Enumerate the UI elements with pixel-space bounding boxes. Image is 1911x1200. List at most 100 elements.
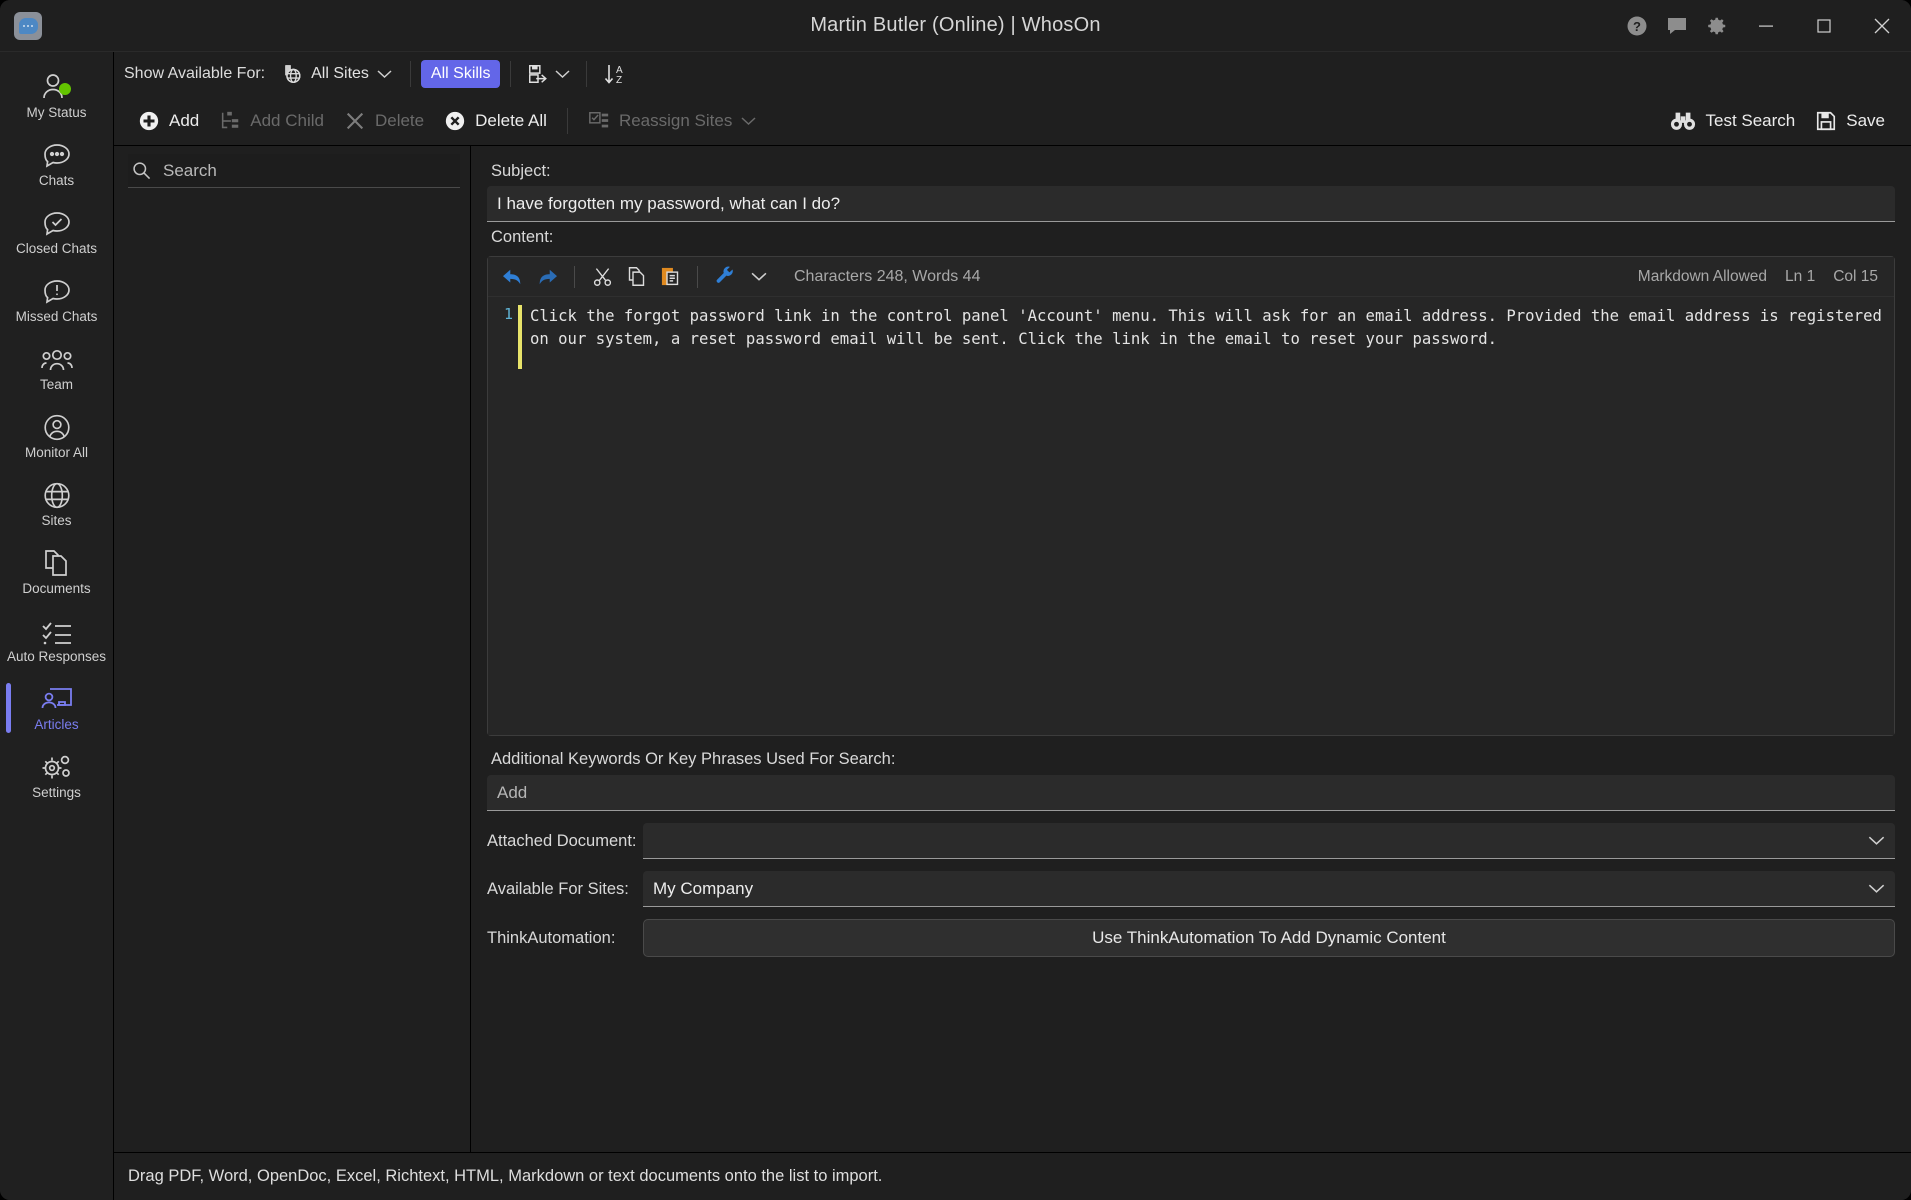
maximize-button[interactable] xyxy=(1795,0,1853,52)
reassign-sites-button[interactable]: Reassign Sites xyxy=(578,105,766,137)
undo-arrow-icon[interactable] xyxy=(498,263,528,291)
import-export-icon xyxy=(527,63,549,85)
editor-text-area[interactable]: 1 Click the forgot password link in the … xyxy=(488,297,1894,735)
article-editor-pane: Subject: Content: xyxy=(471,146,1911,1152)
paste-clipboard-icon[interactable] xyxy=(655,263,685,291)
available-for-sites-select[interactable]: My Company xyxy=(643,871,1895,907)
help-icon[interactable]: ? xyxy=(1617,0,1657,52)
editor-content-text[interactable]: Click the forgot password link in the co… xyxy=(522,297,1894,735)
scissors-cut-icon[interactable] xyxy=(587,263,617,291)
window-body: My Status Chats Closed Chats Missed Chat… xyxy=(0,52,1911,1200)
sidebar-item-articles[interactable]: Articles xyxy=(0,674,113,742)
sidebar-item-label: Closed Chats xyxy=(15,241,98,256)
all-sites-dropdown[interactable]: All Sites xyxy=(273,59,400,89)
feedback-icon[interactable] xyxy=(1657,0,1697,52)
sort-az-button[interactable]: A Z xyxy=(597,58,633,90)
sidebar-item-settings[interactable]: Settings xyxy=(0,742,113,810)
attached-document-select[interactable] xyxy=(643,823,1895,859)
delete-all-button[interactable]: Delete All xyxy=(434,105,557,137)
main-area: Show Available For: All Sites All Skills… xyxy=(114,52,1911,1200)
search-input[interactable] xyxy=(163,160,456,181)
chevron-down-icon xyxy=(1868,835,1885,846)
wrench-tools-icon[interactable] xyxy=(710,263,740,291)
keywords-label: Additional Keywords Or Key Phrases Used … xyxy=(491,750,896,768)
chevron-down-icon xyxy=(377,69,392,79)
attached-document-row: Attached Document: xyxy=(487,823,1895,859)
content-editor-toolbar: Characters 248, Words 44 Markdown Allowe… xyxy=(488,257,1894,297)
sidebar-item-team[interactable]: Team xyxy=(0,334,113,402)
think-automation-label: ThinkAutomation: xyxy=(487,928,616,947)
editor-gutter: 1 xyxy=(503,305,513,323)
command-toolbar: Add Add Child Delete Delete All Reassign… xyxy=(114,96,1911,146)
close-button[interactable] xyxy=(1853,0,1911,52)
add-button[interactable]: Add xyxy=(128,105,209,137)
binoculars-icon xyxy=(1670,110,1696,132)
test-search-button[interactable]: Test Search xyxy=(1660,105,1805,137)
status-bar-text: Drag PDF, Word, OpenDoc, Excel, Richtext… xyxy=(128,1167,883,1185)
sidebar-item-label: Missed Chats xyxy=(15,309,98,324)
sidebar-item-documents[interactable]: Documents xyxy=(0,538,113,606)
svg-text:?: ? xyxy=(1633,19,1641,34)
chevron-down-icon xyxy=(555,69,570,79)
search-icon xyxy=(132,161,151,180)
sidebar-item-chats[interactable]: Chats xyxy=(0,130,113,198)
user-status-icon xyxy=(40,72,74,102)
sidebar-item-missed-chats[interactable]: Missed Chats xyxy=(0,266,113,334)
settings-gear-icon[interactable] xyxy=(1697,0,1737,52)
sites-globe-icon xyxy=(281,63,303,85)
minimize-button[interactable] xyxy=(1737,0,1795,52)
redo-arrow-icon[interactable] xyxy=(532,263,562,291)
delete-all-circle-icon xyxy=(444,110,466,132)
think-automation-button[interactable]: Use ThinkAutomation To Add Dynamic Conte… xyxy=(643,919,1895,957)
toolbar-divider xyxy=(409,61,411,87)
sidebar-item-auto-responses[interactable]: Auto Responses xyxy=(0,606,113,674)
documents-copy-icon xyxy=(43,548,71,578)
plus-circle-icon xyxy=(138,110,160,132)
app-logo-icon xyxy=(14,11,42,40)
sidebar-item-label: Team xyxy=(39,377,73,392)
chat-check-icon xyxy=(42,208,72,238)
floppy-save-icon xyxy=(1815,110,1837,132)
sidebar-item-label: Articles xyxy=(34,717,79,732)
title-bar-actions: ? xyxy=(1617,0,1911,51)
copy-icon[interactable] xyxy=(621,263,651,291)
content-split: Subject: Content: xyxy=(114,146,1911,1152)
chat-bubble-icon xyxy=(42,140,72,170)
sidebar-item-monitor-all[interactable]: Monitor All xyxy=(0,402,113,470)
editor-divider xyxy=(574,265,575,288)
application-window: Martin Butler (Online) | WhosOn ? My Sta… xyxy=(0,0,1911,1200)
sidebar-item-sites[interactable]: Sites xyxy=(0,470,113,538)
subject-label: Subject: xyxy=(491,162,551,180)
subject-input[interactable] xyxy=(487,186,1895,222)
all-skills-pill[interactable]: All Skills xyxy=(420,60,501,88)
think-automation-row: ThinkAutomation: Use ThinkAutomation To … xyxy=(487,919,1895,957)
available-for-sites-row: Available For Sites: My Company xyxy=(487,871,1895,907)
add-child-button-label: Add Child xyxy=(250,110,324,130)
sidebar-item-label: Chats xyxy=(38,173,75,188)
keywords-input[interactable] xyxy=(487,775,1895,811)
filter-toolbar: Show Available For: All Sites All Skills… xyxy=(114,52,1911,96)
search-box[interactable] xyxy=(128,154,460,188)
editor-tools-chevron-down-icon[interactable] xyxy=(744,263,774,291)
import-export-button[interactable] xyxy=(521,59,576,89)
reassign-sites-button-label: Reassign Sites xyxy=(618,110,733,130)
delete-button[interactable]: Delete xyxy=(334,105,434,137)
articles-list-pane xyxy=(114,146,471,1152)
content-editor: Characters 248, Words 44 Markdown Allowe… xyxy=(487,256,1895,736)
sidebar-item-my-status[interactable]: My Status xyxy=(0,62,113,130)
sidebar-item-closed-chats[interactable]: Closed Chats xyxy=(0,198,113,266)
add-child-button[interactable]: Add Child xyxy=(209,105,334,137)
save-button[interactable]: Save xyxy=(1805,105,1895,137)
toolbar-divider xyxy=(510,61,512,87)
checklist-icon xyxy=(41,616,73,646)
available-for-sites-value: My Company xyxy=(653,878,754,898)
content-label: Content: xyxy=(491,228,554,246)
articles-list[interactable] xyxy=(114,188,470,1152)
toolbar-divider xyxy=(586,61,588,87)
toolbar-divider xyxy=(566,107,568,134)
delete-all-button-label: Delete All xyxy=(475,110,547,130)
editor-character-stats: Characters 248, Words 44 xyxy=(794,267,981,285)
add-button-label: Add xyxy=(169,110,200,130)
sort-az-icon: A Z xyxy=(603,62,627,86)
reassign-sites-icon xyxy=(588,110,610,132)
